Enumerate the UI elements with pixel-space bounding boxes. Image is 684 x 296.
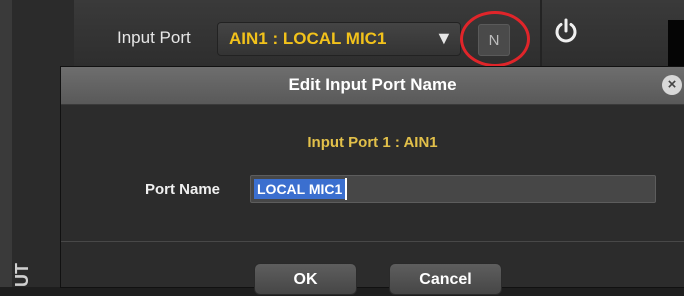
side-panel-label: UT xyxy=(12,263,32,287)
dialog-separator xyxy=(61,241,684,242)
input-port-label: Input Port xyxy=(117,28,191,47)
toolbar-divider xyxy=(540,0,542,66)
input-port-dropdown[interactable]: AIN1 : LOCAL MIC1 ▼ xyxy=(217,22,461,56)
edit-port-name-dialog: Edit Input Port Name × Input Port 1 : AI… xyxy=(61,67,684,295)
selected-port-value: AIN1 : LOCAL MIC1 xyxy=(229,29,387,48)
dropdown-arrow-icon: ▼ xyxy=(435,28,453,48)
dialog-subtitle: Input Port 1 : AIN1 xyxy=(307,134,438,151)
port-name-label: Port Name xyxy=(145,181,221,198)
highlight-circle-annotation xyxy=(460,11,530,67)
dialog-title: Edit Input Port Name xyxy=(288,75,457,94)
ok-button[interactable]: OK xyxy=(254,263,357,295)
close-icon[interactable]: × xyxy=(662,75,682,95)
cancel-button[interactable]: Cancel xyxy=(389,263,502,295)
text-caret xyxy=(345,178,347,200)
port-name-selected-text: LOCAL MIC1 xyxy=(254,179,346,199)
port-name-input[interactable]: LOCAL MIC1 xyxy=(250,175,656,203)
meter-display xyxy=(668,20,684,66)
side-panel-label-box: UT xyxy=(12,240,52,287)
dialog-titlebar: Edit Input Port Name × xyxy=(61,67,684,105)
power-icon[interactable] xyxy=(553,18,579,44)
